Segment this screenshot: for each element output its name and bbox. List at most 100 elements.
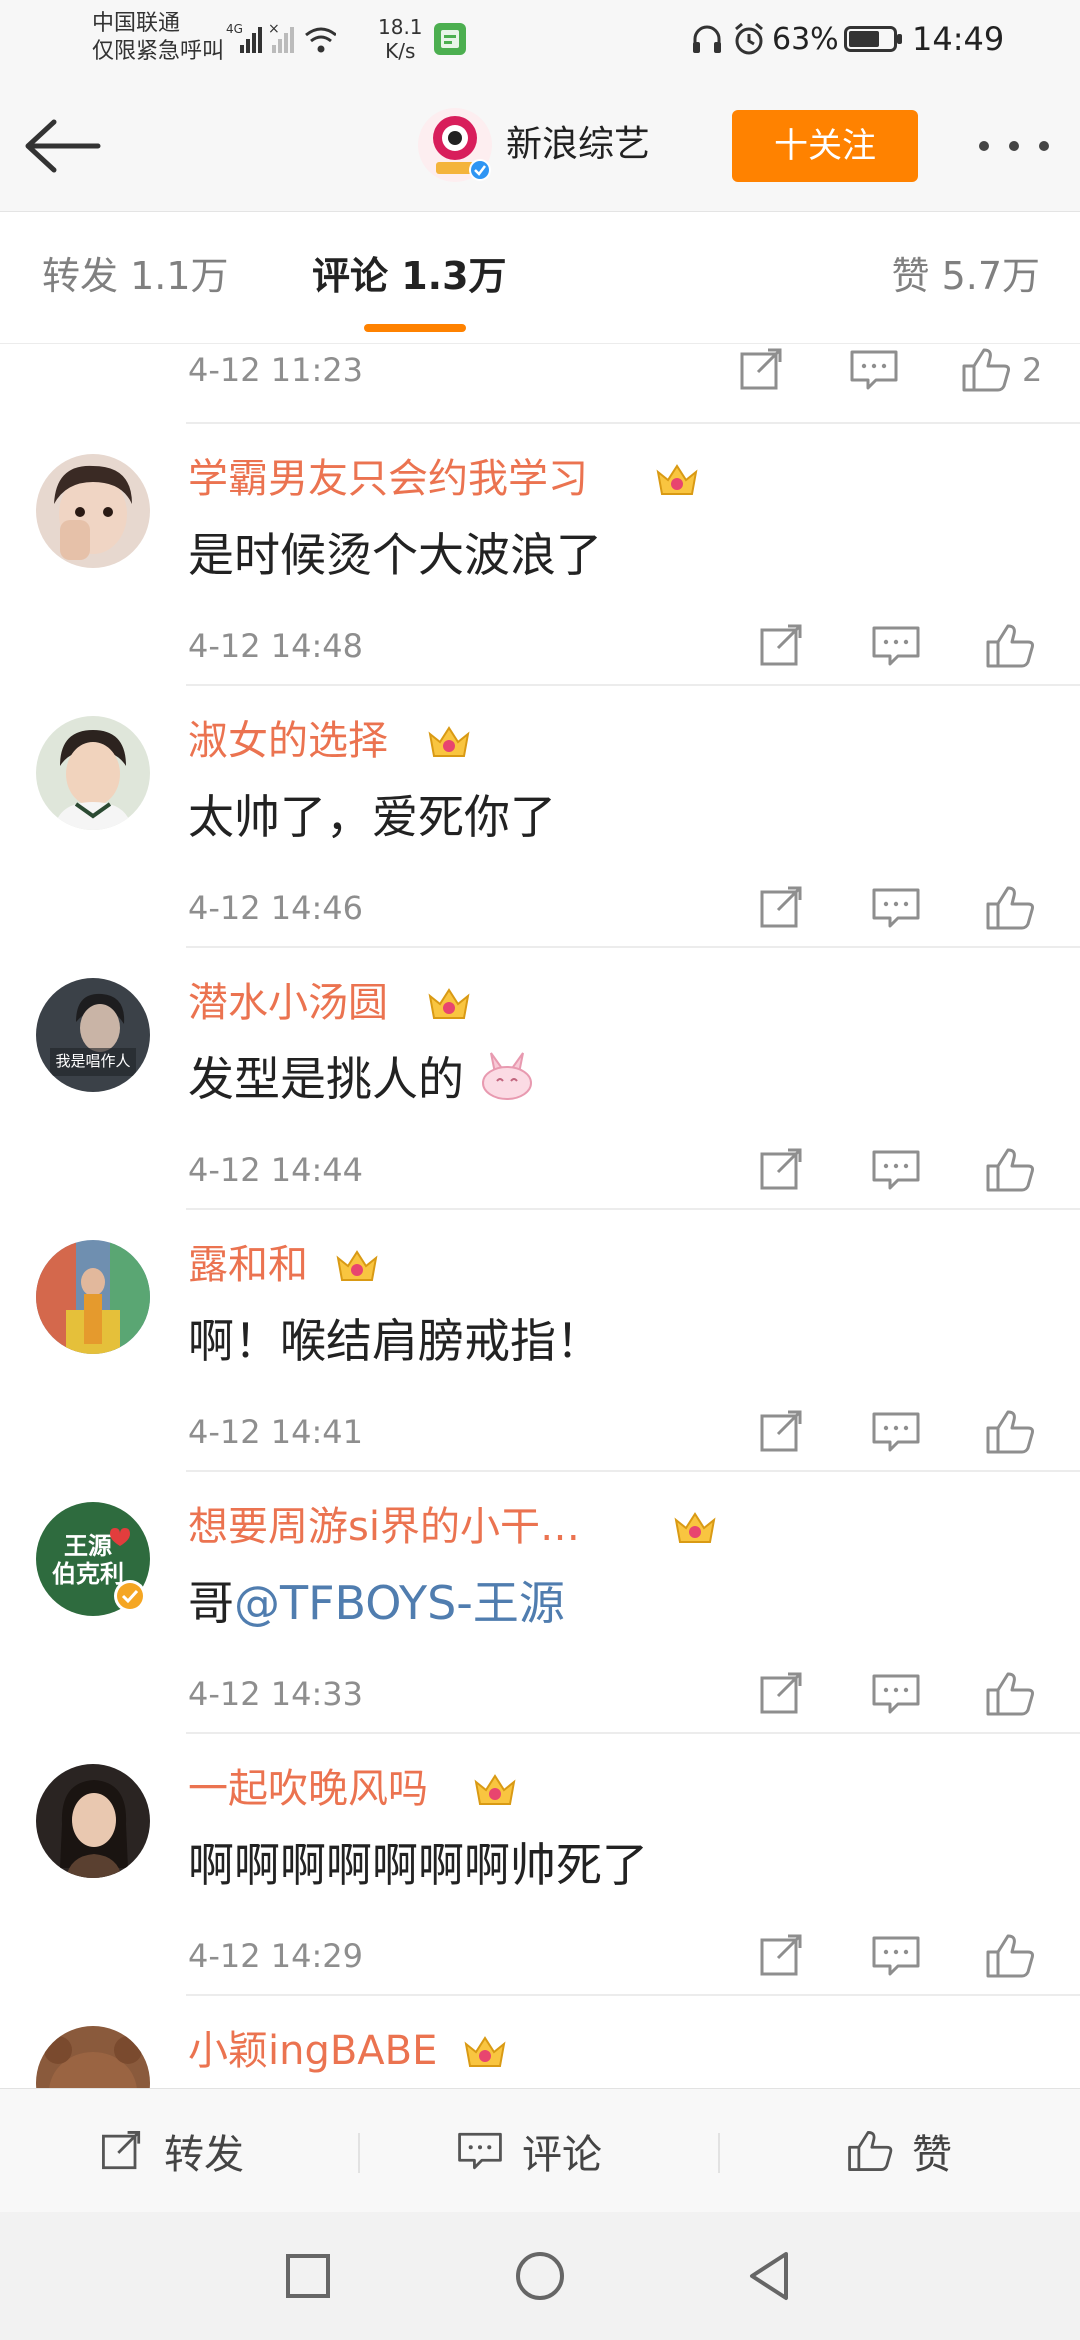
follow-button[interactable]: 十关注 xyxy=(732,110,918,182)
comment-username[interactable]: 学霸男友只会约我学习 xyxy=(188,452,588,506)
verified-badge-icon xyxy=(117,1583,143,1609)
share-icon xyxy=(760,1934,802,1976)
share-icon xyxy=(102,2131,141,2170)
repost-comment-button[interactable] xyxy=(754,1930,810,1982)
circle-icon xyxy=(516,2252,564,2300)
battery-icon xyxy=(844,0,904,78)
user-avatar[interactable] xyxy=(36,1764,150,1878)
repost-comment-button[interactable] xyxy=(754,1668,810,1720)
bunny-emoji-icon xyxy=(481,1052,532,1100)
comment-username[interactable]: 淑女的选择 xyxy=(188,714,388,768)
like-button[interactable]: 赞 xyxy=(844,2089,952,2213)
bar-divider xyxy=(358,2133,360,2173)
crown-icon xyxy=(462,2032,508,2072)
comment-text: 是时候烫个大波浪了 xyxy=(188,528,602,582)
like-comment-button[interactable] xyxy=(982,882,1038,934)
status-bar: 中国联通 仅限紧急呼叫 4G × 18.1 K/s 63% 14:49 xyxy=(0,0,1080,78)
like-count: 2 xyxy=(1022,351,1043,389)
like-comment-button[interactable] xyxy=(982,1144,1038,1196)
crown-icon xyxy=(472,1770,518,1810)
system-navigation-bar xyxy=(0,2212,1080,2340)
share-icon xyxy=(740,348,782,390)
crown-icon xyxy=(654,460,700,500)
comment-time: 4-12 14:46 xyxy=(188,889,364,927)
comment-time: 4-12 14:29 xyxy=(188,1937,364,1975)
comment-time: 4-12 14:44 xyxy=(188,1151,364,1189)
share-icon xyxy=(760,886,802,928)
net-speed-value: 18.1 xyxy=(378,15,423,39)
net-speed: 18.1 K/s xyxy=(378,0,423,78)
repost-comment-button[interactable] xyxy=(754,882,810,934)
user-avatar[interactable]: 王源 伯克利 xyxy=(36,1502,150,1616)
comment-username[interactable]: 想要周游si界的小干… xyxy=(188,1500,580,1554)
tab-reposts[interactable]: 转发 1.1万 xyxy=(42,250,229,302)
like-label: 赞 xyxy=(912,2132,952,2178)
user-avatar[interactable] xyxy=(36,2026,150,2088)
repost-comment-button[interactable] xyxy=(734,344,790,396)
comment-text-prefix: 哥 xyxy=(188,1576,234,1630)
comment-username[interactable]: 潜水小汤圆 xyxy=(188,976,388,1030)
mention-link[interactable]: @TFBOYS-王源 xyxy=(234,1576,565,1630)
tab-bar: 转发 1.1万 评论 1.3万 赞 5.7万 xyxy=(0,212,1080,344)
user-avatar[interactable] xyxy=(36,454,150,568)
reply-comment-button[interactable] xyxy=(868,1406,924,1458)
reply-comment-button[interactable] xyxy=(868,1930,924,1982)
reply-comment-button[interactable] xyxy=(868,620,924,672)
verified-badge-icon xyxy=(471,161,489,179)
account-avatar[interactable] xyxy=(418,108,492,182)
user-avatar[interactable] xyxy=(36,716,150,830)
more-dots-icon xyxy=(979,141,1049,151)
user-avatar[interactable]: 我是唱作人 xyxy=(36,978,150,1092)
comment-username[interactable]: 露和和 xyxy=(188,1238,308,1292)
carrier-info: 中国联通 仅限紧急呼叫 xyxy=(92,10,224,66)
thumbs-up-icon xyxy=(986,886,1034,930)
bottom-action-bar: 转发 评论 赞 xyxy=(0,2088,1080,2212)
repost-comment-button[interactable] xyxy=(754,1406,810,1458)
clock: 14:49 xyxy=(912,20,1005,58)
thumbs-up-icon xyxy=(986,1410,1034,1454)
share-icon xyxy=(760,624,802,666)
tab-likes[interactable]: 赞 5.7万 xyxy=(891,250,1040,302)
more-options-button[interactable] xyxy=(970,118,1060,174)
share-icon xyxy=(760,1410,802,1452)
like-comment-button[interactable] xyxy=(958,344,1014,396)
comment-icon xyxy=(872,1412,920,1452)
comment-text: 太帅了，爱死你了 xyxy=(188,790,556,844)
comment-username[interactable]: 一起吹晚风吗 xyxy=(188,1762,428,1816)
thumbs-up-icon xyxy=(986,1148,1034,1192)
alarm-icon xyxy=(732,0,766,78)
like-comment-button[interactable] xyxy=(982,1406,1038,1458)
comment-item-partial: 4-12 11:23 2 xyxy=(0,344,1080,424)
back-button[interactable] xyxy=(22,116,104,176)
reply-comment-button[interactable] xyxy=(868,1668,924,1720)
header-bar: 新浪综艺 十关注 xyxy=(0,78,1080,212)
user-avatar[interactable] xyxy=(36,1240,150,1354)
crown-icon xyxy=(426,984,472,1024)
reply-comment-button[interactable] xyxy=(846,344,902,396)
comment-text-row: 发型是挑人的 xyxy=(188,1048,535,1110)
comment-icon xyxy=(458,2132,502,2170)
account-name[interactable]: 新浪综艺 xyxy=(506,120,650,170)
reply-comment-button[interactable] xyxy=(868,1144,924,1196)
repost-comment-button[interactable] xyxy=(754,620,810,672)
home-button[interactable] xyxy=(508,2244,572,2308)
like-comment-button[interactable] xyxy=(982,1668,1038,1720)
comment-icon xyxy=(850,350,898,390)
like-comment-button[interactable] xyxy=(982,1930,1038,1982)
arrow-left-icon xyxy=(25,119,101,173)
back-nav-button[interactable] xyxy=(738,2244,802,2308)
repost-comment-button[interactable] xyxy=(754,1144,810,1196)
comment-button[interactable]: 评论 xyxy=(454,2089,602,2213)
like-comment-button[interactable] xyxy=(982,620,1038,672)
comment-list[interactable]: 4-12 11:23 2 学霸男友只会约我学习 是时候烫个大波浪了 4-12 1… xyxy=(0,344,1080,2088)
comment-username[interactable]: 小颖ingBABE xyxy=(188,2024,437,2078)
reply-comment-button[interactable] xyxy=(868,882,924,934)
comment-text: 哥@TFBOYS-王源 xyxy=(188,1572,565,1634)
recent-apps-button[interactable] xyxy=(276,2244,340,2308)
comment-icon xyxy=(872,888,920,928)
comment-item: 小颖ingBABE xyxy=(0,1996,1080,2088)
comment-item: 王源 伯克利 想要周游si界的小干… 哥@TFBOYS-王源 4-12 14:3… xyxy=(0,1472,1080,1734)
weibo-comments-screen: 中国联通 仅限紧急呼叫 4G × 18.1 K/s 63% 14:49 新浪综艺… xyxy=(0,0,1080,2340)
repost-button[interactable]: 转发 xyxy=(96,2089,244,2213)
tab-comments[interactable]: 评论 1.3万 xyxy=(312,250,507,302)
